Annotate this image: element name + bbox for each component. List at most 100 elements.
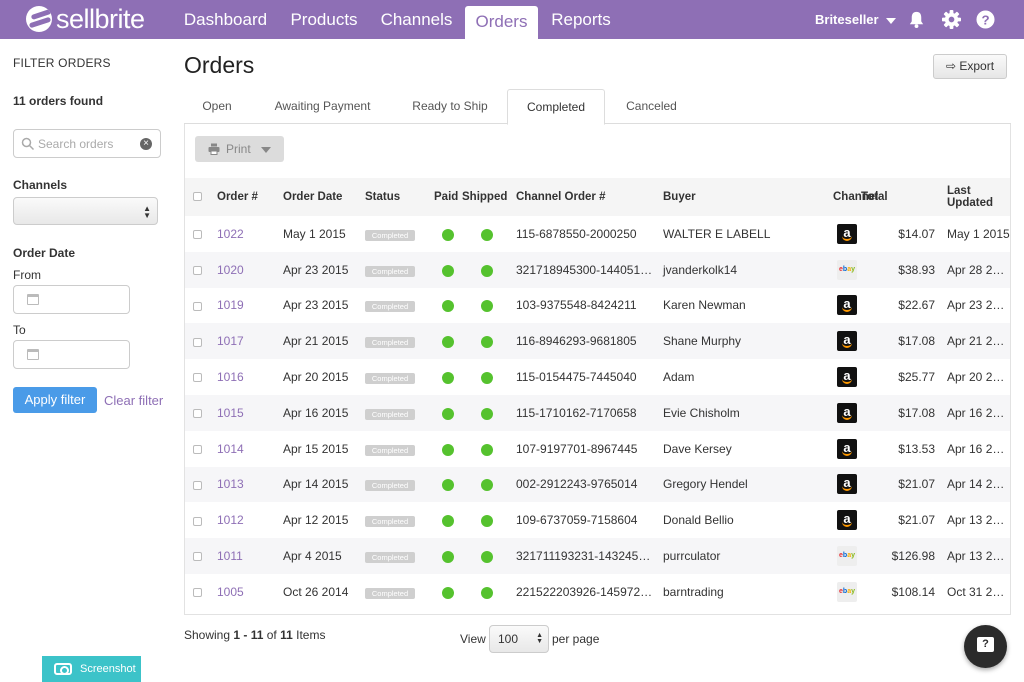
- nav-tab-reports[interactable]: Reports: [542, 0, 620, 39]
- last-updated: Oct 31 2014: [947, 573, 1010, 610]
- order-number-link[interactable]: 1011: [217, 549, 243, 563]
- status-badge: Completed: [365, 444, 415, 456]
- tab-canceled[interactable]: Canceled: [614, 89, 689, 124]
- table-row[interactable]: 1013 Apr 14 2015 Completed 002-2912243-9765…: [185, 466, 1010, 503]
- shipped-indicator-icon: [481, 407, 493, 420]
- row-checkbox[interactable]: [193, 301, 202, 311]
- order-number-link[interactable]: 1020: [217, 263, 244, 277]
- clear-filter-link[interactable]: Clear filter: [104, 393, 163, 408]
- apply-filter-button[interactable]: Apply filter: [13, 387, 97, 413]
- col-channel-order-number[interactable]: Channel Order #: [512, 178, 659, 216]
- from-label: From: [13, 268, 41, 282]
- print-button[interactable]: Print: [195, 136, 284, 162]
- order-total: $22.67: [861, 287, 947, 324]
- table-row[interactable]: 1017 Apr 21 2015 Completed 116-8946293-9681…: [185, 323, 1010, 360]
- amazon-logo-icon: a: [837, 223, 857, 244]
- row-checkbox[interactable]: [193, 409, 202, 419]
- showing-of: of: [263, 628, 281, 642]
- screenshot-label: Screenshot: [80, 663, 136, 675]
- order-number-link[interactable]: 1022: [217, 227, 244, 241]
- order-date: Apr 16 2015: [282, 394, 364, 431]
- last-updated: May 1 2015: [947, 216, 1010, 252]
- buyer-name: Shane Murphy: [659, 323, 809, 360]
- row-checkbox[interactable]: [193, 337, 202, 347]
- paid-indicator-icon: [442, 228, 454, 241]
- nav-tab-dashboard[interactable]: Dashboard: [178, 0, 273, 39]
- table-row[interactable]: 1019 Apr 23 2015 Completed 103-9375548-8424…: [185, 287, 1010, 324]
- help-icon[interactable]: ?: [976, 10, 995, 29]
- col-total[interactable]: Total: [861, 178, 947, 216]
- channel-order-number: 221522203926-145972…: [512, 573, 659, 610]
- search-orders-input[interactable]: [38, 135, 138, 153]
- row-checkbox[interactable]: [193, 373, 202, 383]
- row-checkbox[interactable]: [193, 552, 202, 562]
- tab-ready-to-ship[interactable]: Ready to Ship: [398, 89, 502, 124]
- per-page-select[interactable]: 100 ▲ ▼: [489, 625, 549, 653]
- col-buyer[interactable]: Buyer: [659, 178, 809, 216]
- order-number-link[interactable]: 1012: [217, 513, 244, 527]
- channel-order-number: 321711193231-143245…: [512, 538, 659, 574]
- table-row[interactable]: 1014 Apr 15 2015 Completed 107-9197701-8967…: [185, 430, 1010, 467]
- col-order-number[interactable]: Order #: [211, 178, 282, 216]
- order-number-link[interactable]: 1013: [217, 477, 244, 491]
- col-order-date[interactable]: Order Date: [282, 178, 364, 216]
- clear-search-icon[interactable]: ×: [140, 138, 152, 150]
- table-row[interactable]: 1020 Apr 23 2015 Completed 321718945300-144…: [185, 251, 1010, 288]
- table-row[interactable]: 1012 Apr 12 2015 Completed 109-6737059-7158…: [185, 502, 1010, 539]
- select-all-checkbox[interactable]: [193, 192, 202, 202]
- order-date: Apr 20 2015: [282, 359, 364, 395]
- camera-icon: [54, 663, 72, 675]
- channel-order-number: 115-1710162-7170658: [512, 394, 659, 431]
- orders-found-count: 11 orders found: [13, 94, 104, 108]
- order-number-link[interactable]: 1017: [217, 334, 244, 348]
- row-checkbox[interactable]: [193, 266, 202, 276]
- order-number-link[interactable]: 1015: [217, 406, 244, 420]
- col-channel[interactable]: Channel: [809, 178, 878, 216]
- table-row[interactable]: 1011 Apr 4 2015 Completed 321711193231-1432…: [185, 538, 1010, 574]
- to-date-field[interactable]: [13, 340, 130, 369]
- table-row[interactable]: 1005 Oct 26 2014 Completed 221522203926-145…: [185, 573, 1010, 610]
- order-number-link[interactable]: 1019: [217, 298, 244, 312]
- from-date-field[interactable]: [13, 285, 130, 314]
- row-checkbox[interactable]: [193, 480, 202, 490]
- bell-icon[interactable]: [907, 10, 926, 29]
- col-last-updated[interactable]: Last Updated: [947, 178, 1010, 216]
- screenshot-button[interactable]: Screenshot: [42, 656, 141, 682]
- row-checkbox[interactable]: [193, 445, 202, 454]
- user-menu[interactable]: Briteseller: [815, 0, 896, 39]
- search-icon: [21, 137, 35, 151]
- nav-tab-channels[interactable]: Channels: [373, 0, 460, 39]
- table-row[interactable]: 1016 Apr 20 2015 Completed 115-0154475-7445…: [185, 359, 1010, 395]
- col-paid[interactable]: Paid: [434, 178, 462, 216]
- nav-tab-products[interactable]: Products: [281, 0, 367, 39]
- shipped-indicator-icon: [481, 371, 493, 384]
- row-checkbox[interactable]: [193, 230, 202, 240]
- row-checkbox[interactable]: [193, 588, 202, 598]
- gear-icon[interactable]: [942, 10, 961, 29]
- row-checkbox[interactable]: [193, 516, 202, 526]
- channel-order-number: 115-0154475-7445040: [512, 359, 659, 395]
- help-chat-button[interactable]: ?: [964, 625, 1007, 668]
- chevron-down-icon: [261, 147, 271, 153]
- search-orders-field[interactable]: ×: [13, 129, 161, 158]
- tab-awaiting-payment[interactable]: Awaiting Payment: [260, 89, 385, 124]
- tab-completed[interactable]: Completed: [507, 89, 605, 125]
- table-row[interactable]: 1022 May 1 2015 Completed 115-6878550-20002…: [185, 216, 1010, 252]
- order-total: $108.14: [861, 573, 947, 610]
- table-row[interactable]: 1015 Apr 16 2015 Completed 115-1710162-7170…: [185, 394, 1010, 431]
- page-title: Orders: [184, 52, 255, 78]
- last-updated: Apr 21 2015: [947, 323, 1010, 360]
- tab-open[interactable]: Open: [184, 89, 250, 124]
- channels-select[interactable]: ▲ ▼: [13, 197, 158, 225]
- export-button[interactable]: ⇨ Export: [933, 54, 1007, 79]
- nav-tab-orders[interactable]: Orders: [465, 6, 538, 39]
- order-number-link[interactable]: 1016: [217, 370, 244, 384]
- col-shipped[interactable]: Shipped: [462, 178, 512, 216]
- col-status[interactable]: Status: [364, 178, 434, 216]
- order-number-link[interactable]: 1005: [217, 585, 244, 599]
- sellbrite-logo[interactable]: sellbrite: [26, 4, 145, 34]
- buyer-name: Karen Newman: [659, 287, 809, 324]
- order-date: Apr 14 2015: [282, 466, 364, 503]
- order-total: $17.08: [861, 323, 947, 360]
- order-number-link[interactable]: 1014: [217, 442, 244, 456]
